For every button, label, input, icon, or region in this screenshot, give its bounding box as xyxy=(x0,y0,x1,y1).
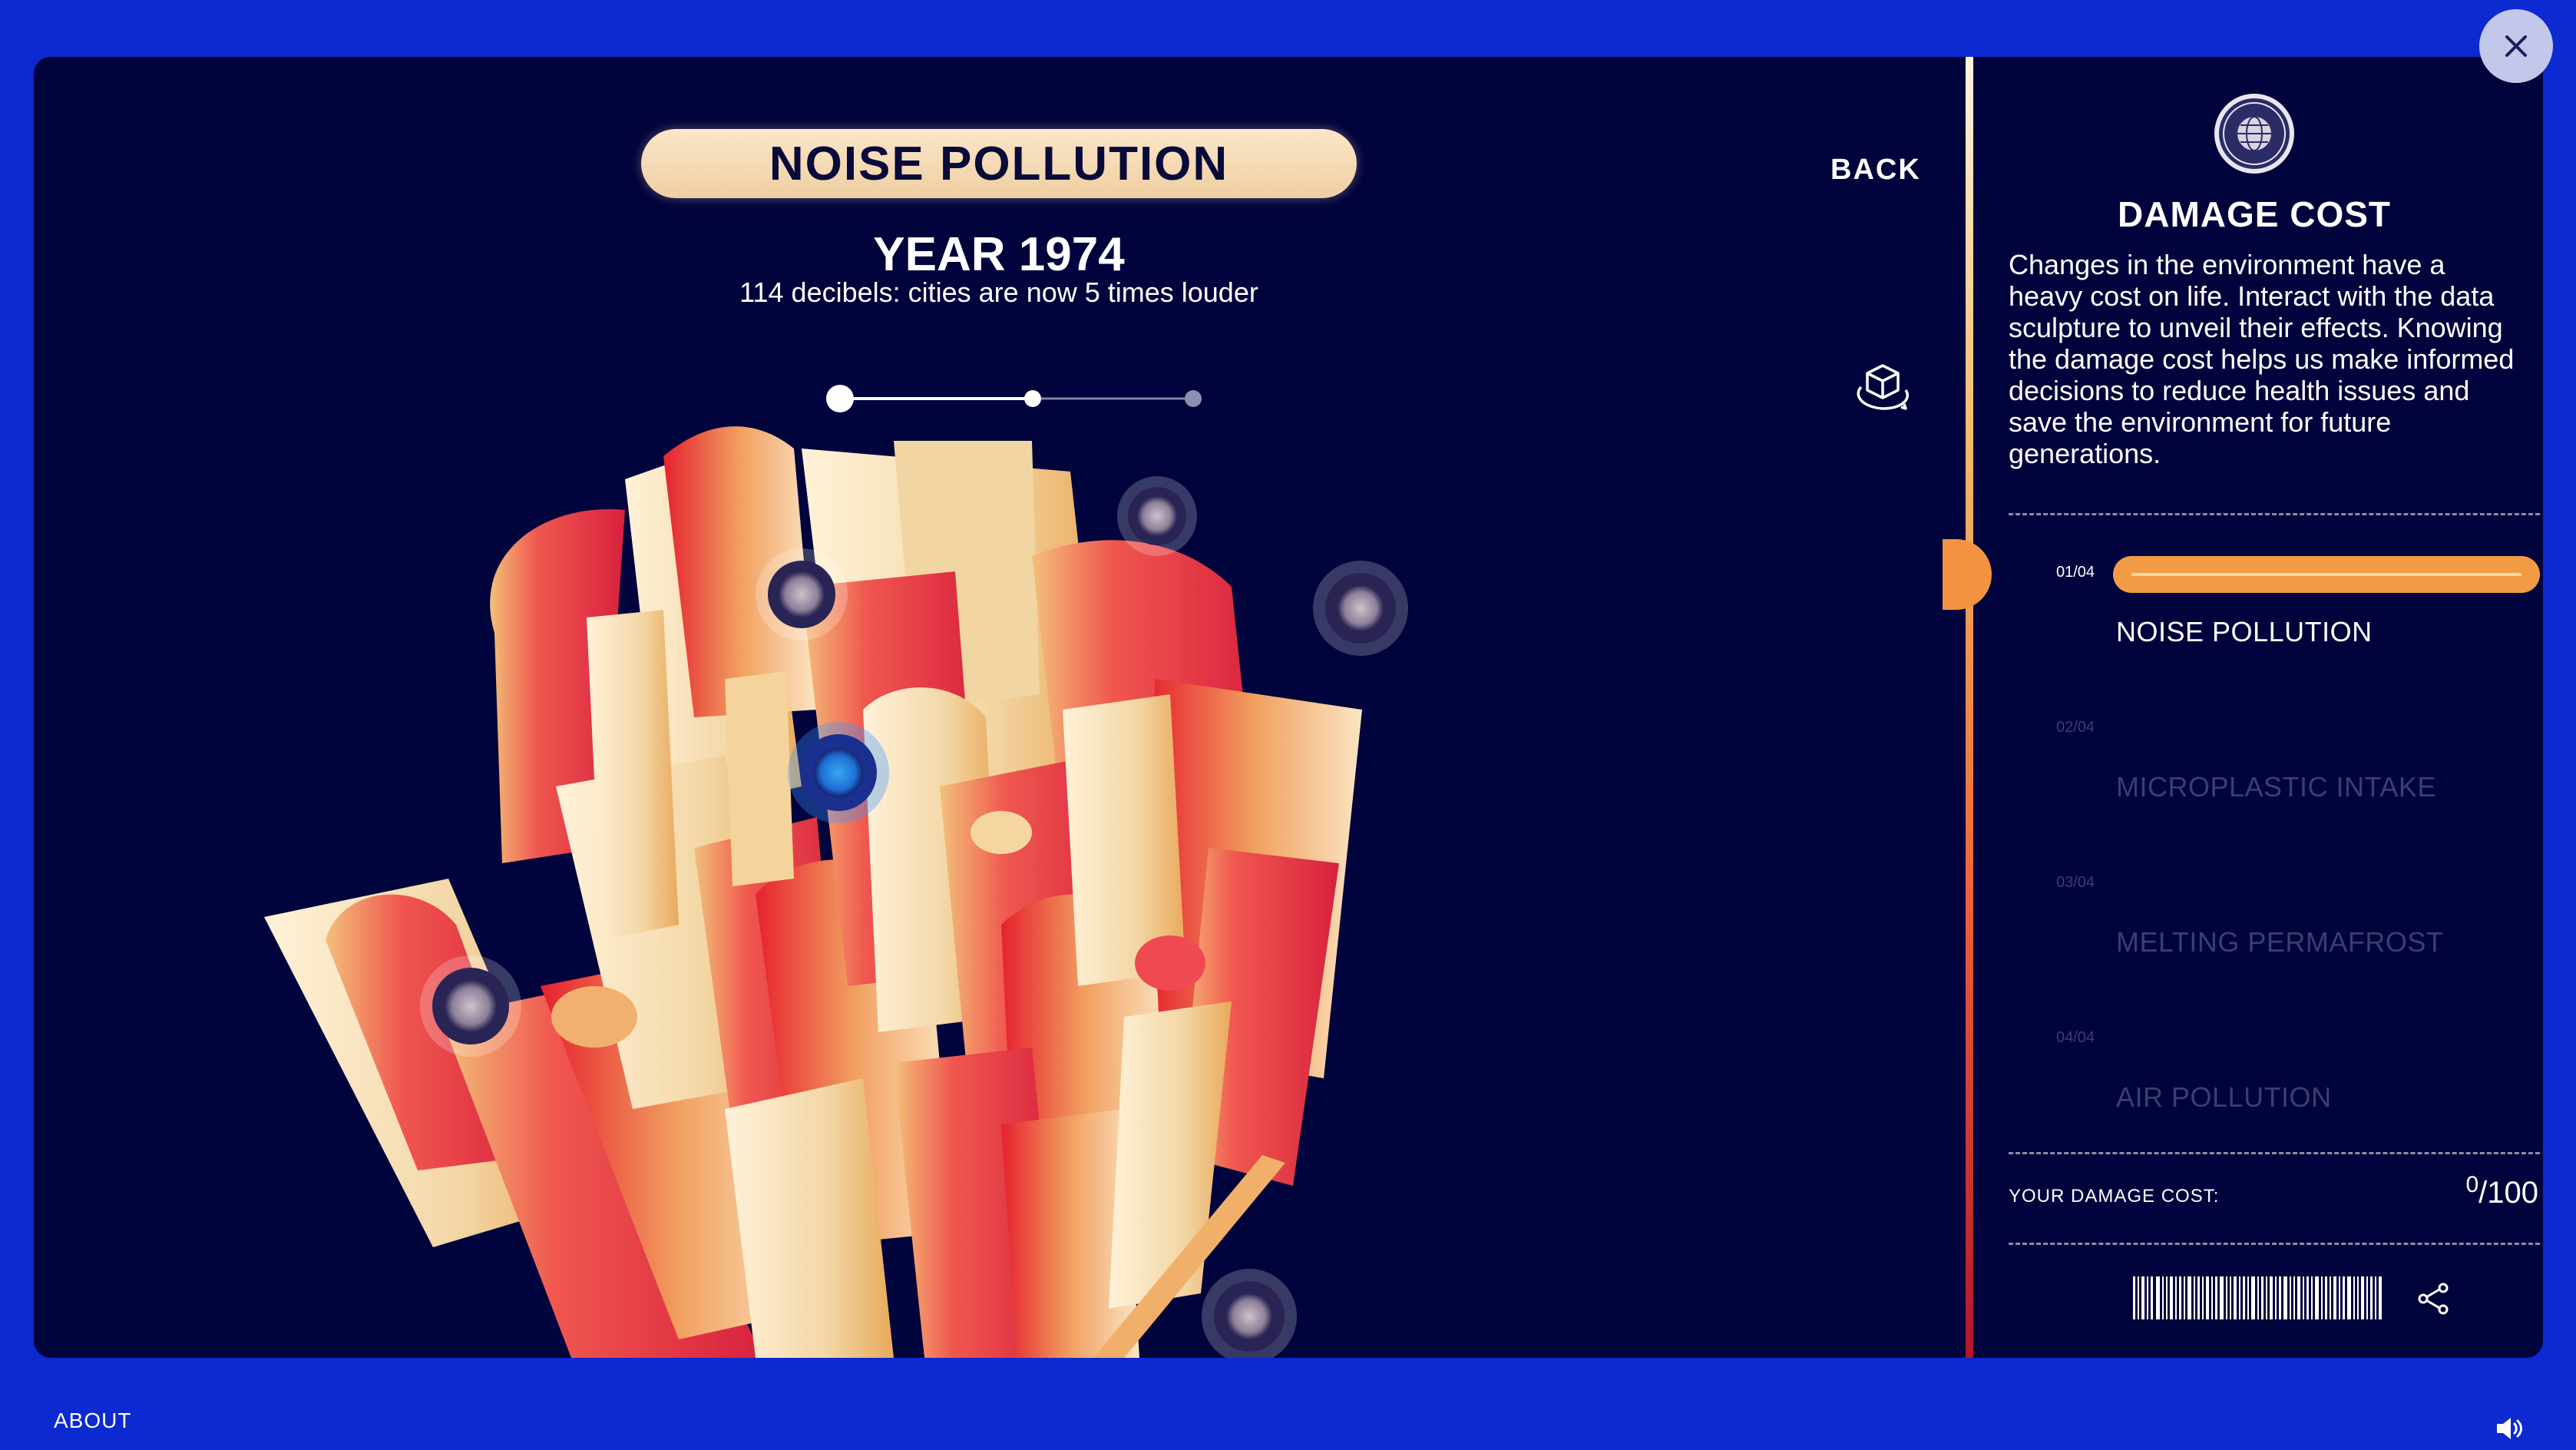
step-2-number: 02/04 xyxy=(2056,719,2095,736)
3d-cube-rotate-icon[interactable] xyxy=(1850,356,1915,421)
divider xyxy=(2009,1243,2540,1245)
divider xyxy=(2009,1152,2540,1154)
step-4-number: 04/04 xyxy=(2056,1029,2095,1046)
page-title: NOISE POLLUTION xyxy=(641,129,1357,198)
globe-badge-icon xyxy=(2214,94,2294,174)
globe-hotspot-icon[interactable] xyxy=(1202,1269,1297,1358)
globe-hotspot-selected[interactable] xyxy=(788,722,889,823)
progress-knob[interactable] xyxy=(1943,539,1992,610)
app-frame: NOISE POLLUTION YEAR 1974 114 decibels: … xyxy=(34,57,2543,1358)
step-item-noise-pollution[interactable]: NOISE POLLUTION xyxy=(2116,616,2373,648)
divider xyxy=(2009,513,2540,515)
year-heading: YEAR 1974 xyxy=(873,228,1125,281)
step-3-number: 03/04 xyxy=(2056,874,2095,891)
globe-hotspot-icon[interactable] xyxy=(420,955,521,1057)
progress-rail xyxy=(1966,57,1973,1358)
speaker-icon[interactable] xyxy=(2494,1413,2525,1444)
globe-hotspot-icon[interactable] xyxy=(1313,561,1408,656)
sculpture-view: NOISE POLLUTION YEAR 1974 114 decibels: … xyxy=(34,57,1966,1358)
panel-description: Changes in the environment have a heavy … xyxy=(2009,249,2515,469)
step-item-air-pollution[interactable]: AIR POLLUTION xyxy=(2116,1081,2332,1114)
close-icon xyxy=(2505,35,2527,57)
damage-cost-panel: DAMAGE COST Changes in the environment h… xyxy=(1943,57,2543,1358)
share-icon[interactable] xyxy=(2416,1281,2451,1316)
close-button[interactable] xyxy=(2479,9,2553,83)
about-link[interactable]: ABOUT xyxy=(54,1409,131,1433)
year-caption: 114 decibels: cities are now 5 times lou… xyxy=(739,276,1258,308)
globe-hotspot-icon[interactable] xyxy=(1117,476,1197,556)
barcode xyxy=(2133,1276,2382,1319)
data-sculpture[interactable] xyxy=(264,387,1539,1358)
damage-cost-label: YOUR DAMAGE COST: xyxy=(2009,1186,2220,1207)
panel-title: DAMAGE COST xyxy=(2118,194,2391,234)
damage-cost-value: 0/100 xyxy=(2465,1172,2538,1210)
step-1-number: 01/04 xyxy=(2056,564,2095,581)
globe-hotspot-icon[interactable] xyxy=(756,548,848,641)
step-1-progress-bar xyxy=(2113,556,2540,593)
back-button[interactable]: BACK xyxy=(1830,154,1921,187)
step-item-melting-permafrost[interactable]: MELTING PERMAFROST xyxy=(2116,926,2443,958)
step-item-microplastic-intake[interactable]: MICROPLASTIC INTAKE xyxy=(2116,771,2436,803)
